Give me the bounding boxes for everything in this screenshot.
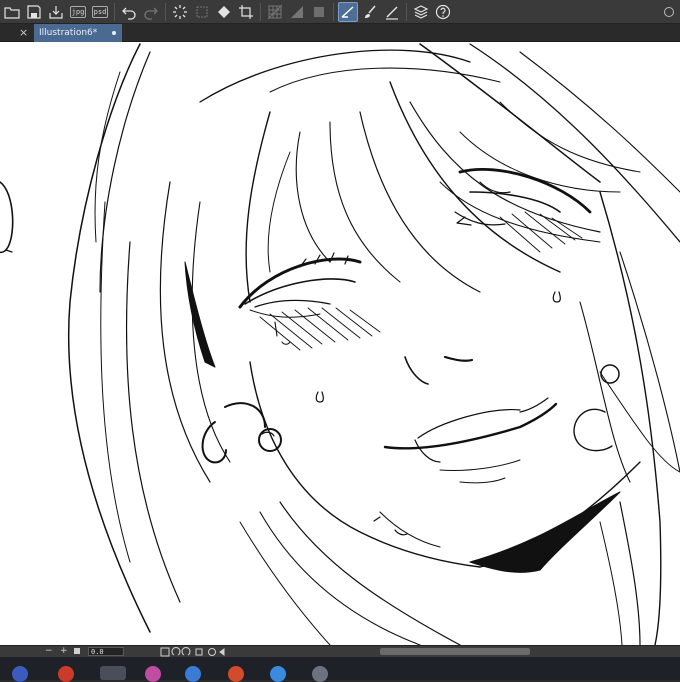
jpg-label: jpg	[69, 5, 87, 18]
vector-pen-icon[interactable]	[338, 1, 358, 22]
app-window-icon[interactable]	[100, 666, 126, 680]
toolbar-divider	[333, 2, 334, 21]
jpg-export-button[interactable]: jpg	[68, 2, 88, 22]
save-icon[interactable]	[24, 2, 44, 22]
square-outline-icon[interactable]	[309, 2, 329, 22]
sketch-artwork	[0, 43, 680, 645]
help-icon[interactable]	[433, 2, 453, 22]
loading-spinner-icon[interactable]	[170, 2, 190, 22]
zoom-input[interactable]: 0.0	[88, 647, 124, 656]
unsaved-dot-icon	[112, 31, 116, 35]
brush-icon[interactable]	[360, 2, 380, 22]
transform-icon[interactable]	[192, 2, 212, 22]
zoom-in-button[interactable]: +	[60, 646, 68, 657]
toolbar-divider	[114, 2, 115, 21]
close-tab-button[interactable]: ×	[19, 26, 28, 39]
toolbar-divider	[260, 2, 261, 21]
window-control-icon	[664, 7, 674, 17]
crop-icon[interactable]	[236, 2, 256, 22]
window-control[interactable]	[640, 0, 680, 24]
layer-stack-icon[interactable]	[411, 2, 431, 22]
document-tab-bar: × Illustration6*	[0, 24, 680, 42]
psd-label: psd	[91, 5, 109, 18]
toolbar-divider	[165, 2, 166, 21]
toolbar-divider	[406, 2, 407, 21]
tab-label: Illustration6*	[39, 28, 98, 38]
zoom-out-button[interactable]: −	[45, 646, 53, 657]
stop-icon[interactable]	[74, 648, 80, 654]
horizontal-scrollbar[interactable]	[380, 648, 530, 655]
grid-off-icon[interactable]	[265, 2, 285, 22]
os-taskbar	[0, 657, 680, 682]
export-icon[interactable]	[46, 2, 66, 22]
psd-export-button[interactable]: psd	[90, 2, 110, 22]
open-folder-icon[interactable]	[2, 2, 22, 22]
stabilizer-pen-icon[interactable]	[382, 2, 402, 22]
tab-illustration6[interactable]: Illustration6*	[34, 24, 122, 42]
redo-icon[interactable]	[141, 2, 161, 22]
status-bar: − + 0.0	[0, 645, 680, 657]
main-toolbar: jpg psd	[0, 0, 680, 24]
ruler-triangle-icon[interactable]	[287, 2, 307, 22]
undo-icon[interactable]	[119, 2, 139, 22]
fill-bucket-icon[interactable]	[214, 2, 234, 22]
drawing-canvas[interactable]	[0, 42, 680, 645]
